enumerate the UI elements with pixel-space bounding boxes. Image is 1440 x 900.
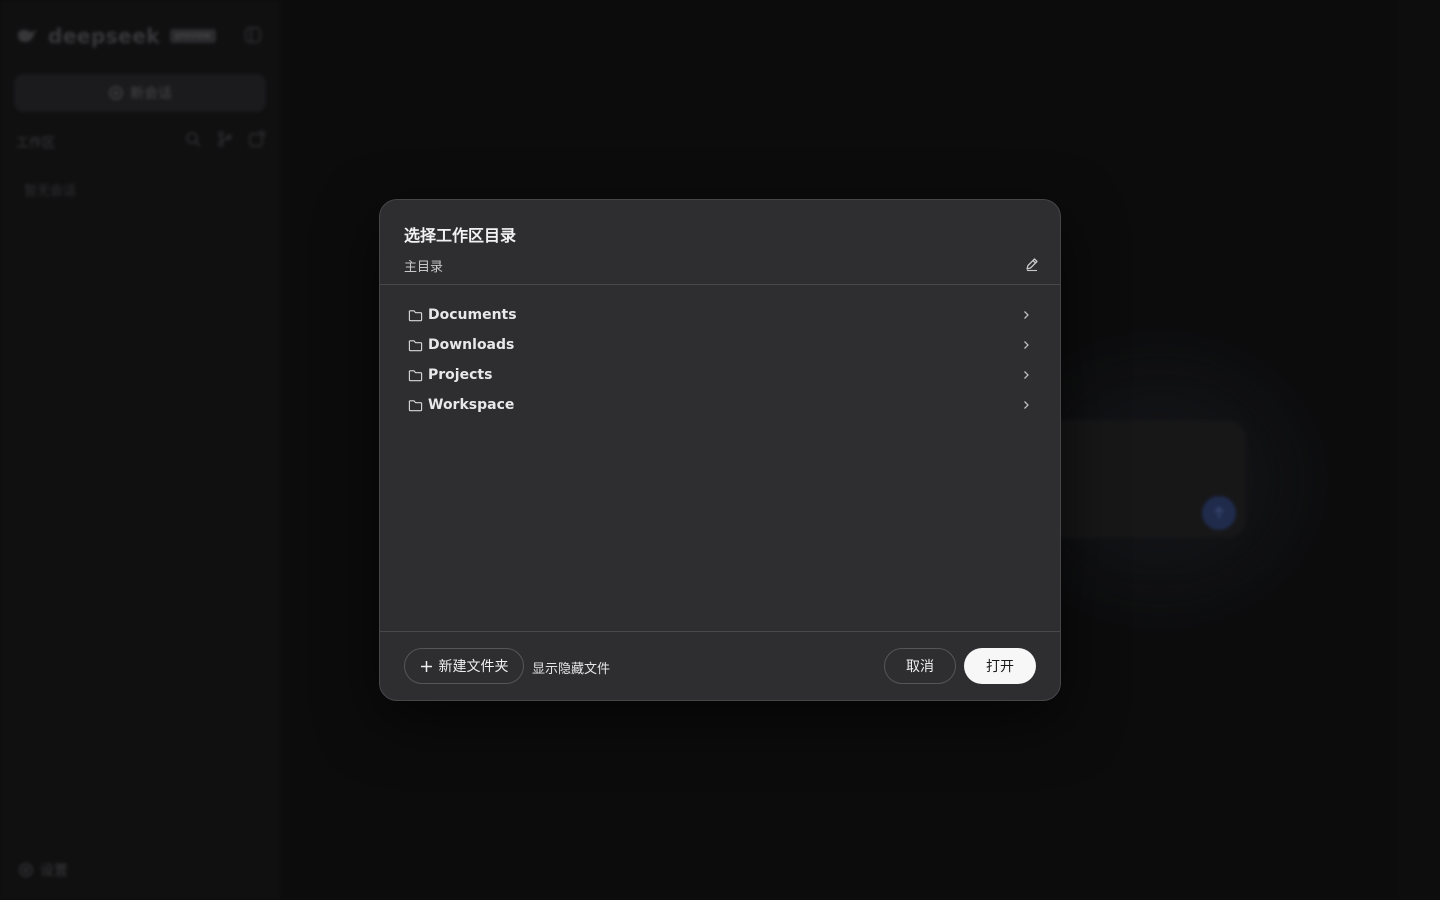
folder-row-documents[interactable]: Documents (400, 300, 1040, 330)
chevron-right-icon (1024, 371, 1029, 379)
folder-list: Documents Downloads Projects Workspace (400, 300, 1040, 420)
open-button[interactable]: 打开 (964, 648, 1036, 684)
folder-row-workspace[interactable]: Workspace (400, 390, 1040, 420)
header-divider (380, 284, 1060, 285)
folder-row-downloads[interactable]: Downloads (400, 330, 1040, 360)
new-folder-button[interactable]: 新建文件夹 (404, 648, 524, 684)
folder-name: Downloads (428, 337, 515, 353)
chevron-right-icon (1024, 341, 1029, 349)
folder-icon (408, 399, 423, 411)
folder-icon (408, 339, 423, 351)
cancel-button[interactable]: 取消 (884, 648, 956, 684)
edit-pencil-icon[interactable] (1024, 256, 1040, 272)
folder-row-projects[interactable]: Projects (400, 360, 1040, 390)
new-folder-label: 新建文件夹 (438, 659, 509, 675)
show-hidden-files-toggle[interactable]: 显示隐藏文件 (532, 658, 610, 677)
folder-name: Documents (428, 307, 517, 323)
select-workspace-dialog: 选择工作区目录 主目录 Documents Downloads Projects… (379, 199, 1061, 701)
folder-name: Projects (428, 367, 493, 383)
dialog-title: 选择工作区目录 (404, 226, 517, 245)
footer-divider (380, 631, 1060, 632)
folder-name: Workspace (428, 397, 515, 413)
chevron-right-icon (1024, 401, 1029, 409)
plus-icon (420, 660, 432, 672)
folder-icon (408, 369, 423, 381)
current-path: 主目录 (404, 260, 444, 275)
folder-icon (408, 309, 423, 321)
chevron-right-icon (1024, 311, 1029, 319)
